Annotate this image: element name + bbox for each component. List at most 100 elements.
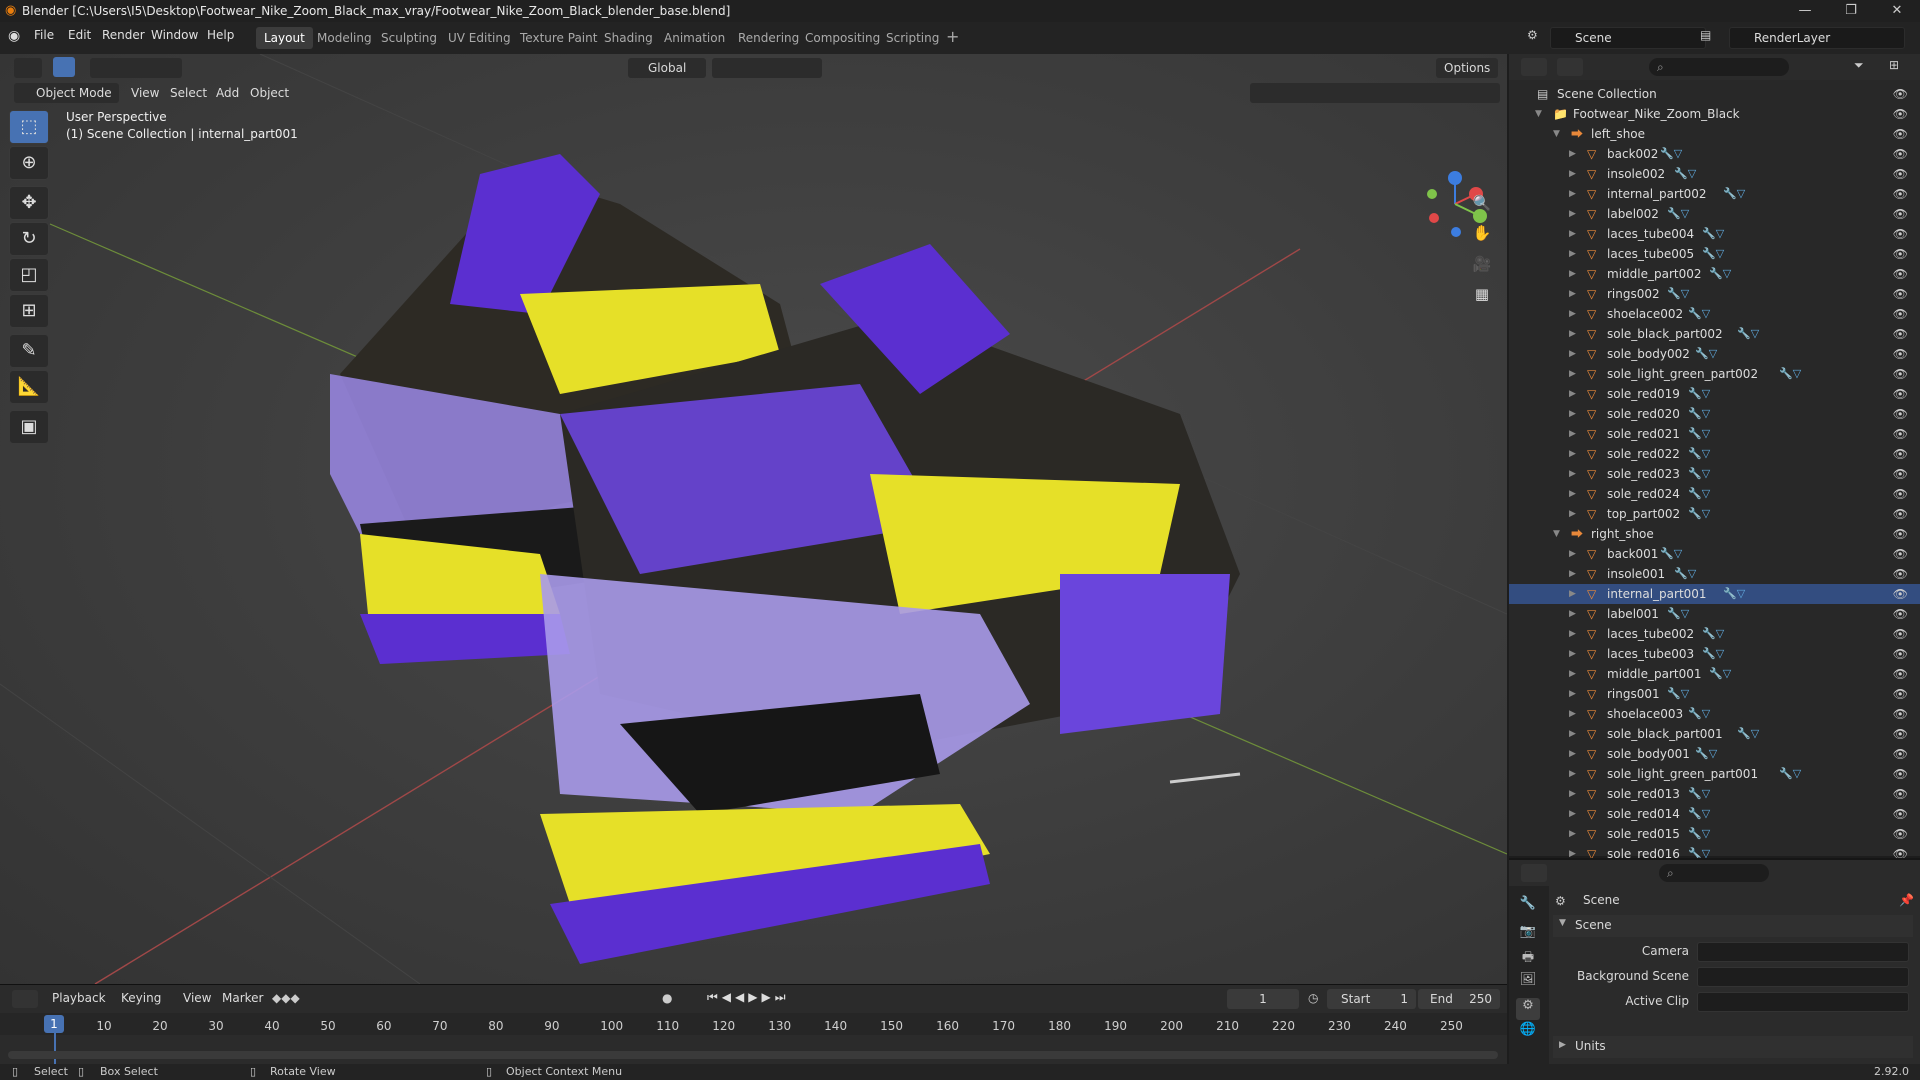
visibility-eye-icon[interactable]: 👁 [1893, 164, 1908, 184]
outliner-item-insole002[interactable]: ▶ ▽ insole002 🔧▽ 👁 [1509, 164, 1920, 184]
outliner-item-label001[interactable]: ▶ ▽ label001 🔧▽ 👁 [1509, 604, 1920, 624]
menu-file[interactable]: File [34, 28, 54, 42]
visibility-eye-icon[interactable]: 👁 [1893, 524, 1908, 544]
outliner-item-sole_red019[interactable]: ▶ ▽ sole_red019 🔧▽ 👁 [1509, 384, 1920, 404]
timeline-menu-playback[interactable]: Playback [52, 991, 106, 1005]
collapsed-arrow-icon[interactable]: ▶ [1569, 564, 1576, 584]
transform-orientation-dropdown[interactable]: Global [628, 58, 706, 78]
visibility-eye-icon[interactable]: 👁 [1893, 424, 1908, 444]
visibility-eye-icon[interactable]: 👁 [1893, 144, 1908, 164]
visibility-eye-icon[interactable]: 👁 [1893, 504, 1908, 524]
collapsed-arrow-icon[interactable]: ▶ [1569, 144, 1576, 164]
outliner-item-shoelace003[interactable]: ▶ ▽ shoelace003 🔧▽ 👁 [1509, 704, 1920, 724]
visibility-eye-icon[interactable]: 👁 [1893, 584, 1908, 604]
collapsed-arrow-icon[interactable]: ▶ [1569, 664, 1576, 684]
add-workspace-icon[interactable]: + [946, 27, 959, 46]
visibility-eye-icon[interactable]: 👁 [1893, 564, 1908, 584]
collapsed-arrow-icon[interactable]: ▶ [1569, 364, 1576, 384]
collapsed-arrow-icon[interactable]: ▶ [1569, 684, 1576, 704]
select-tool-icon[interactable]: ⬚ [9, 110, 49, 144]
viewport-menu-view[interactable]: View [124, 83, 166, 103]
add-cube-tool-icon[interactable]: ▣ [9, 410, 49, 444]
visibility-eye-icon[interactable]: 👁 [1893, 324, 1908, 344]
pan-view-icon[interactable]: ✋ [1468, 219, 1496, 247]
collapsed-arrow-icon[interactable]: ▶ [1569, 444, 1576, 464]
expanded-arrow-icon[interactable]: ▼ [1553, 524, 1560, 544]
editor-type-icon[interactable] [14, 58, 42, 78]
collapsed-arrow-icon[interactable]: ▶ [1569, 384, 1576, 404]
tab-scripting[interactable]: Scripting [878, 27, 947, 49]
scene-panel-header[interactable]: ▼ Scene [1553, 915, 1913, 937]
collapsed-arrow-icon[interactable]: ▶ [1569, 304, 1576, 324]
collapsed-arrow-icon[interactable]: ▶ [1569, 244, 1576, 264]
visibility-eye-icon[interactable]: 👁 [1893, 364, 1908, 384]
visibility-eye-icon[interactable]: 👁 [1893, 784, 1908, 804]
visibility-eye-icon[interactable]: 👁 [1893, 284, 1908, 304]
minimize-button[interactable]: — [1782, 0, 1828, 22]
visibility-eye-icon[interactable]: 👁 [1893, 624, 1908, 644]
world-tab-icon[interactable]: 🌐 [1516, 1022, 1540, 1044]
cursor-tool-icon[interactable]: ⊕ [9, 146, 49, 180]
visibility-eye-icon[interactable]: 👁 [1893, 464, 1908, 484]
visibility-eye-icon[interactable]: 👁 [1893, 204, 1908, 224]
tab-compositing[interactable]: Compositing [797, 27, 888, 49]
collapsed-arrow-icon[interactable]: ▶ [1569, 264, 1576, 284]
outliner-item-laces_tube004[interactable]: ▶ ▽ laces_tube004 🔧▽ 👁 [1509, 224, 1920, 244]
collapsed-arrow-icon[interactable]: ▶ [1569, 784, 1576, 804]
collapsed-arrow-icon[interactable]: ▶ [1569, 604, 1576, 624]
outliner-item-sole_light_green_part002[interactable]: ▶ ▽ sole_light_green_part002 🔧▽ 👁 [1509, 364, 1920, 384]
tool-tab-icon[interactable]: 🔧 [1516, 896, 1540, 918]
outliner-item-rings002[interactable]: ▶ ▽ rings002 🔧▽ 👁 [1509, 284, 1920, 304]
transform-tool-icon[interactable]: ⊞ [9, 294, 49, 328]
playback-controls-icon[interactable]: ⏮◀◀▶▶⏭ [707, 990, 790, 1005]
outliner-item-back001[interactable]: ▶ ▽ back001 🔧▽ 👁 [1509, 544, 1920, 564]
visibility-eye-icon[interactable]: 👁 [1893, 104, 1908, 124]
visibility-eye-icon[interactable]: 👁 [1893, 764, 1908, 784]
visibility-eye-icon[interactable]: 👁 [1893, 704, 1908, 724]
collapsed-arrow-icon[interactable]: ▶ [1569, 164, 1576, 184]
outliner-item-label002[interactable]: ▶ ▽ label002 🔧▽ 👁 [1509, 204, 1920, 224]
record-button-icon[interactable]: ● [662, 991, 672, 1005]
viewport-menu-object[interactable]: Object [243, 83, 296, 103]
select-mode-icon[interactable] [53, 57, 75, 77]
outliner-item-back002[interactable]: ▶ ▽ back002 🔧▽ 👁 [1509, 144, 1920, 164]
move-tool-icon[interactable]: ✥ [9, 186, 49, 220]
viewport-menu-add[interactable]: Add [209, 83, 246, 103]
collapsed-arrow-icon[interactable]: ▶ [1569, 584, 1576, 604]
start-frame-field[interactable]: Start 1 [1327, 989, 1416, 1009]
view-layer-icon[interactable]: ▤ [1700, 28, 1711, 42]
current-frame-field[interactable]: 1 [1227, 989, 1299, 1009]
3d-viewport[interactable]: User Perspective (1) Scene Collection | … [0, 54, 1507, 984]
menu-window[interactable]: Window [151, 28, 198, 42]
visibility-eye-icon[interactable]: 👁 [1893, 644, 1908, 664]
outliner-item-sole_red023[interactable]: ▶ ▽ sole_red023 🔧▽ 👁 [1509, 464, 1920, 484]
outliner-item-sole_red013[interactable]: ▶ ▽ sole_red013 🔧▽ 👁 [1509, 784, 1920, 804]
visibility-eye-icon[interactable]: 👁 [1893, 444, 1908, 464]
outliner-item-sole_red022[interactable]: ▶ ▽ sole_red022 🔧▽ 👁 [1509, 444, 1920, 464]
collapsed-arrow-icon[interactable]: ▶ [1569, 224, 1576, 244]
outliner-item-laces_tube003[interactable]: ▶ ▽ laces_tube003 🔧▽ 👁 [1509, 644, 1920, 664]
tab-sculpting[interactable]: Sculpting [373, 27, 445, 49]
collapsed-arrow-icon[interactable]: ▶ [1569, 824, 1576, 844]
outliner-item-internal_part002[interactable]: ▶ ▽ internal_part002 🔧▽ 👁 [1509, 184, 1920, 204]
filter-icon[interactable]: ⏷ [1854, 58, 1864, 73]
collapsed-arrow-icon[interactable]: ▶ [1569, 744, 1576, 764]
ortho-toggle-icon[interactable]: ▦ [1468, 280, 1496, 308]
collapsed-arrow-icon[interactable]: ▶ [1569, 344, 1576, 364]
outliner-item-internal_part001[interactable]: ▶ ▽ internal_part001 🔧▽ 👁 [1509, 584, 1920, 604]
tab-layout[interactable]: Layout [256, 27, 313, 49]
outliner-group-right_shoe[interactable]: ▼ ⮕ right_shoe 👁 [1509, 524, 1920, 544]
visibility-eye-icon[interactable]: 👁 [1893, 124, 1908, 144]
collapsed-arrow-icon[interactable]: ▶ [1569, 484, 1576, 504]
outliner-item-rings001[interactable]: ▶ ▽ rings001 🔧▽ 👁 [1509, 684, 1920, 704]
visibility-eye-icon[interactable]: 👁 [1893, 224, 1908, 244]
units-panel-header[interactable]: ▶ Units [1553, 1036, 1913, 1058]
camera-view-icon[interactable]: 🎥 [1468, 250, 1496, 278]
collapsed-arrow-icon[interactable]: ▶ [1569, 704, 1576, 724]
visibility-eye-icon[interactable]: 👁 [1893, 384, 1908, 404]
outliner-item-sole_red024[interactable]: ▶ ▽ sole_red024 🔧▽ 👁 [1509, 484, 1920, 504]
collapsed-arrow-icon[interactable]: ▶ [1569, 184, 1576, 204]
outliner-item-sole_red021[interactable]: ▶ ▽ sole_red021 🔧▽ 👁 [1509, 424, 1920, 444]
collapsed-arrow-icon[interactable]: ▶ [1569, 624, 1576, 644]
menu-render[interactable]: Render [102, 28, 145, 42]
